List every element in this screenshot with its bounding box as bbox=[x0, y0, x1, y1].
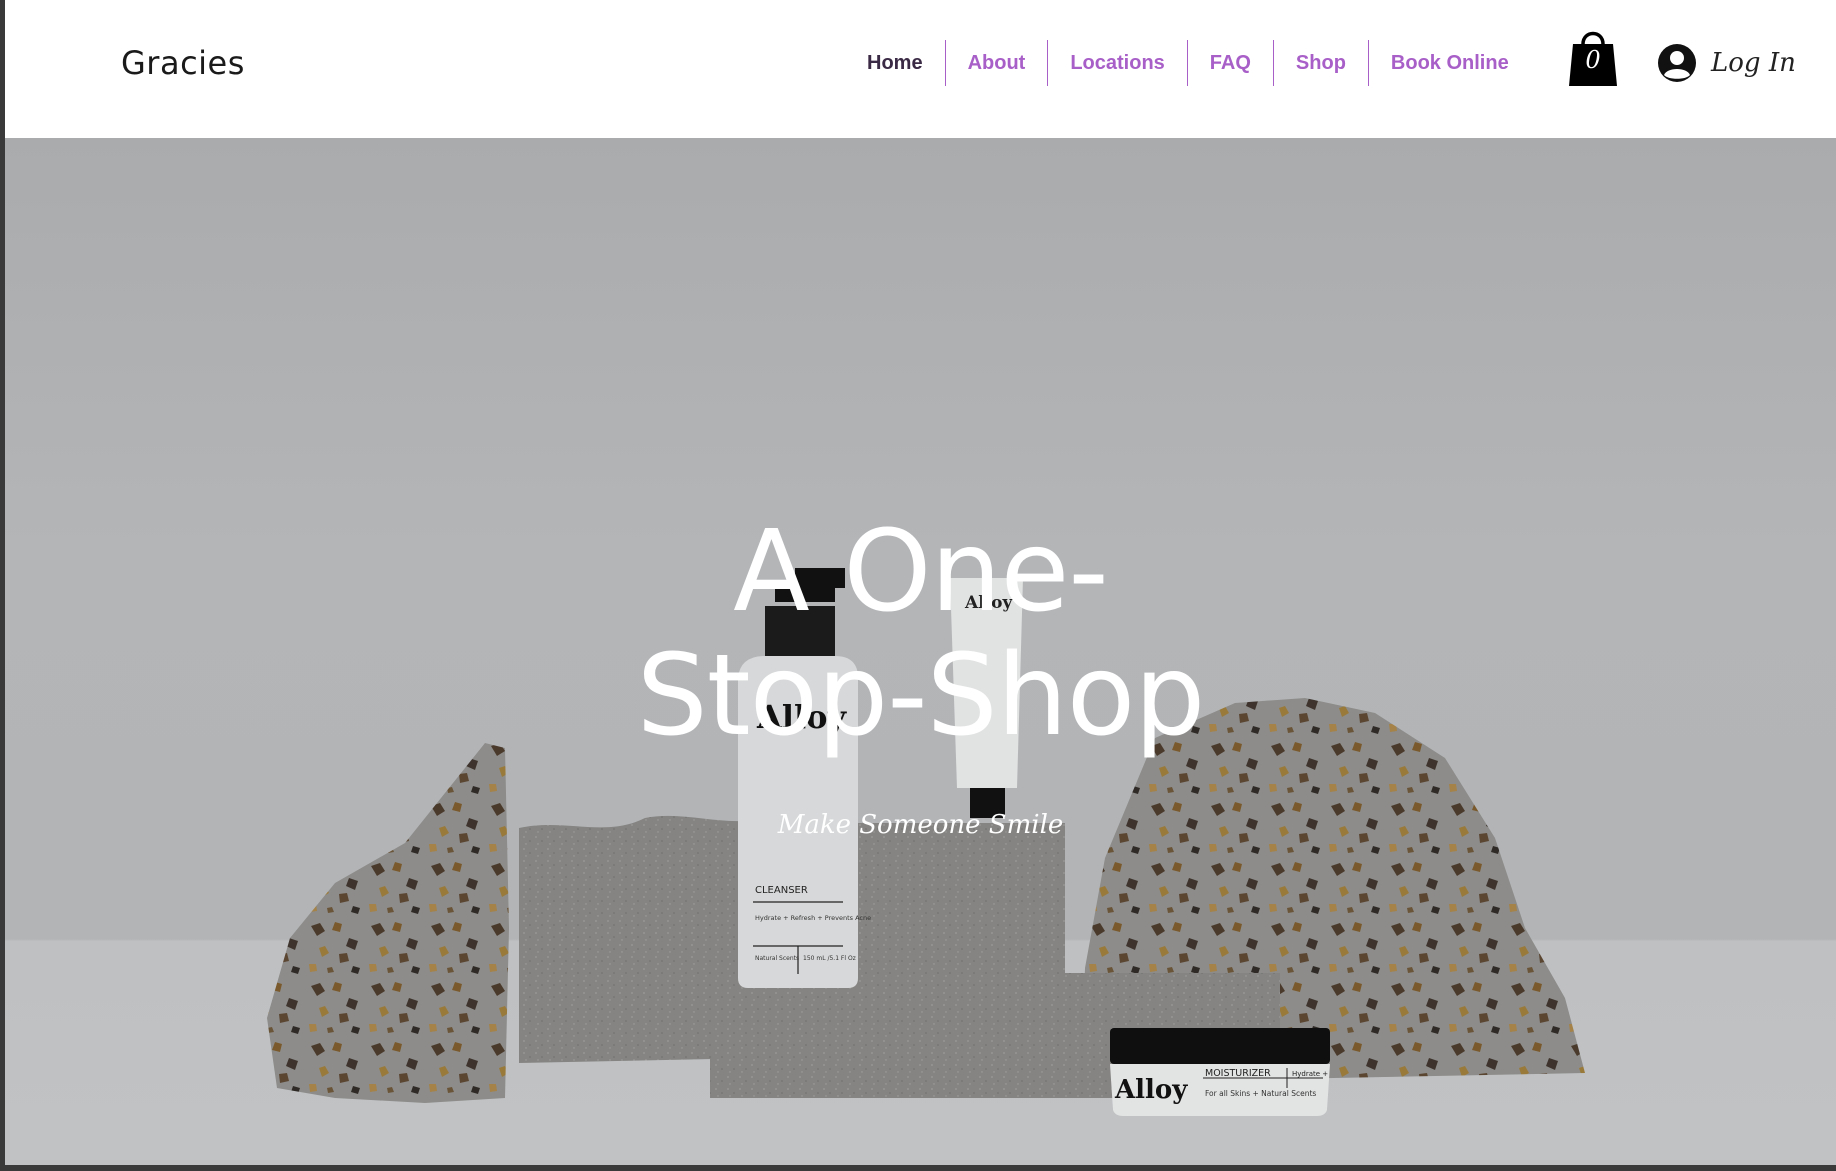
cleanser-size: 150 mL /5.1 Fl Oz bbox=[803, 955, 856, 962]
jar-desc: For all Skins + Natural Scents bbox=[1205, 1089, 1316, 1098]
cart-count: 0 bbox=[1585, 46, 1601, 74]
hero-subtitle: Make Someone Smile bbox=[777, 810, 1064, 840]
jar-brand: Alloy bbox=[1114, 1075, 1188, 1105]
login-label: Log In bbox=[1711, 48, 1796, 78]
login-button[interactable]: Log In bbox=[1657, 40, 1796, 86]
nav-item-locations[interactable]: Locations bbox=[1047, 40, 1186, 86]
nav-item-home[interactable]: Home bbox=[845, 40, 945, 86]
site-header: Gracies Home About Locations FAQ Shop Bo… bbox=[5, 0, 1836, 138]
cleanser-desc: Hydrate + Refresh + Prevents Acne bbox=[755, 914, 871, 922]
user-avatar-icon bbox=[1658, 44, 1696, 82]
main-nav: Home About Locations FAQ Shop Book Onlin… bbox=[845, 40, 1531, 86]
browser-frame: Gracies Home About Locations FAQ Shop Bo… bbox=[5, 0, 1836, 1165]
jar-name: MOISTURIZER bbox=[1205, 1068, 1271, 1079]
cart-button[interactable]: 0 bbox=[1567, 26, 1619, 88]
nav-item-shop[interactable]: Shop bbox=[1272, 40, 1368, 86]
moisturizer-jar: Alloy MOISTURIZER Hydrate + For all Skin… bbox=[1110, 1028, 1330, 1116]
jar-tag: Hydrate + bbox=[1292, 1070, 1328, 1078]
site-title[interactable]: Gracies bbox=[121, 44, 245, 82]
cleanser-scent: Natural Scents bbox=[755, 955, 799, 962]
cleanser-name: CLEANSER bbox=[755, 885, 808, 896]
nav-item-about[interactable]: About bbox=[944, 40, 1048, 86]
hero-text: A One-Stop-Shop Make Someone Smile bbox=[5, 510, 1836, 840]
hero-title: A One-Stop-Shop bbox=[636, 507, 1206, 761]
nav-item-faq[interactable]: FAQ bbox=[1186, 40, 1273, 86]
nav-item-book-online[interactable]: Book Online bbox=[1367, 40, 1531, 86]
hero-section: Alloy CLEANSER Hydrate + Refresh + Preve… bbox=[5, 138, 1836, 1165]
